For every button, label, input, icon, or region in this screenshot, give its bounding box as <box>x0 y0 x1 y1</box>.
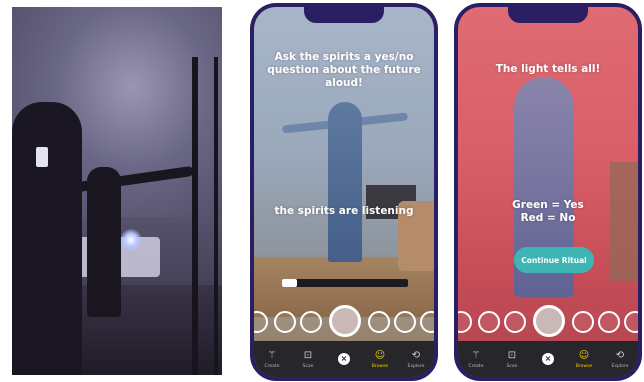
tab-scan[interactable]: ⊡ Scan <box>494 341 530 377</box>
close-icon: × <box>542 353 554 365</box>
door-frame <box>192 57 218 375</box>
tab-close[interactable]: × <box>530 341 566 377</box>
phone-flashlight-glow <box>120 229 142 251</box>
tab-explore[interactable]: ⟲ Explore <box>602 341 638 377</box>
tab-label: Explore <box>407 363 425 369</box>
capture-button[interactable] <box>533 305 565 337</box>
answer-key-yes: Green = Yes <box>512 199 584 211</box>
listening-status: the spirits are listening <box>274 205 414 217</box>
tab-create[interactable]: ⚚ Create <box>458 341 494 377</box>
filter-option[interactable] <box>598 311 620 333</box>
filter-option[interactable] <box>572 311 594 333</box>
camera-screen-red: The light tells all! Green = Yes Red = N… <box>458 7 638 377</box>
tab-label: Create <box>468 363 484 369</box>
filter-option[interactable] <box>254 311 268 333</box>
tab-browse[interactable]: ☺ Browse <box>362 341 398 377</box>
filter-option[interactable] <box>478 311 500 333</box>
tab-label: Explore <box>611 363 629 369</box>
tab-label: Scan <box>506 363 518 369</box>
phone-notch <box>304 7 384 23</box>
explore-icon: ⟲ <box>411 349 421 361</box>
answer-key-no: Red = No <box>520 212 576 224</box>
close-icon: × <box>338 353 350 365</box>
continue-ritual-button[interactable]: Continue Ritual <box>514 247 594 273</box>
wand-icon: ⚚ <box>471 349 481 361</box>
prompt-text: Ask the spirits a yes/no question about … <box>267 51 421 89</box>
camera-screen-blue: Ask the spirits a yes/no question about … <box>254 7 434 377</box>
smiley-icon: ☺ <box>374 349 386 361</box>
tab-browse[interactable]: ☺ Browse <box>566 341 602 377</box>
tab-close[interactable]: × <box>326 341 362 377</box>
filter-option[interactable] <box>624 311 638 333</box>
explore-icon: ⟲ <box>615 349 625 361</box>
listening-progress-bar <box>282 279 408 287</box>
filter-option[interactable] <box>394 311 416 333</box>
filter-option[interactable] <box>300 311 322 333</box>
tab-explore[interactable]: ⟲ Explore <box>398 341 434 377</box>
wand-icon: ⚚ <box>267 349 277 361</box>
person-with-outstretched-arms <box>87 167 121 317</box>
filter-option[interactable] <box>504 311 526 333</box>
filter-option[interactable] <box>368 311 390 333</box>
tab-label: Browse <box>371 363 389 369</box>
tab-bar: ⚚ Create ⊡ Scan × ☺ Browse ⟲ Explore <box>458 341 638 377</box>
tab-label: Browse <box>575 363 593 369</box>
filter-option[interactable] <box>420 311 434 333</box>
phone-mockup-listening: Ask the spirits a yes/no question about … <box>250 3 438 381</box>
filter-option[interactable] <box>274 311 296 333</box>
tab-label: Create <box>264 363 280 369</box>
room-photo <box>12 7 222 375</box>
tab-label: Scan <box>302 363 314 369</box>
tab-create[interactable]: ⚚ Create <box>254 341 290 377</box>
smiley-icon: ☺ <box>578 349 590 361</box>
tab-scan[interactable]: ⊡ Scan <box>290 341 326 377</box>
scan-icon: ⊡ <box>507 349 517 361</box>
tab-bar: ⚚ Create ⊡ Scan × ☺ Browse ⟲ Explore <box>254 341 434 377</box>
filter-carousel[interactable] <box>458 305 638 339</box>
handheld-phone <box>36 147 48 167</box>
person-figure <box>328 102 362 262</box>
progress-fill <box>282 279 298 287</box>
phone-notch <box>508 7 588 23</box>
capture-button[interactable] <box>329 305 361 337</box>
scan-icon: ⊡ <box>303 349 313 361</box>
filter-option[interactable] <box>458 311 472 333</box>
filter-carousel[interactable] <box>254 305 434 339</box>
phone-mockup-answer: The light tells all! Green = Yes Red = N… <box>454 3 642 381</box>
person-holding-phone <box>12 102 82 375</box>
light-message: The light tells all! <box>495 63 601 75</box>
